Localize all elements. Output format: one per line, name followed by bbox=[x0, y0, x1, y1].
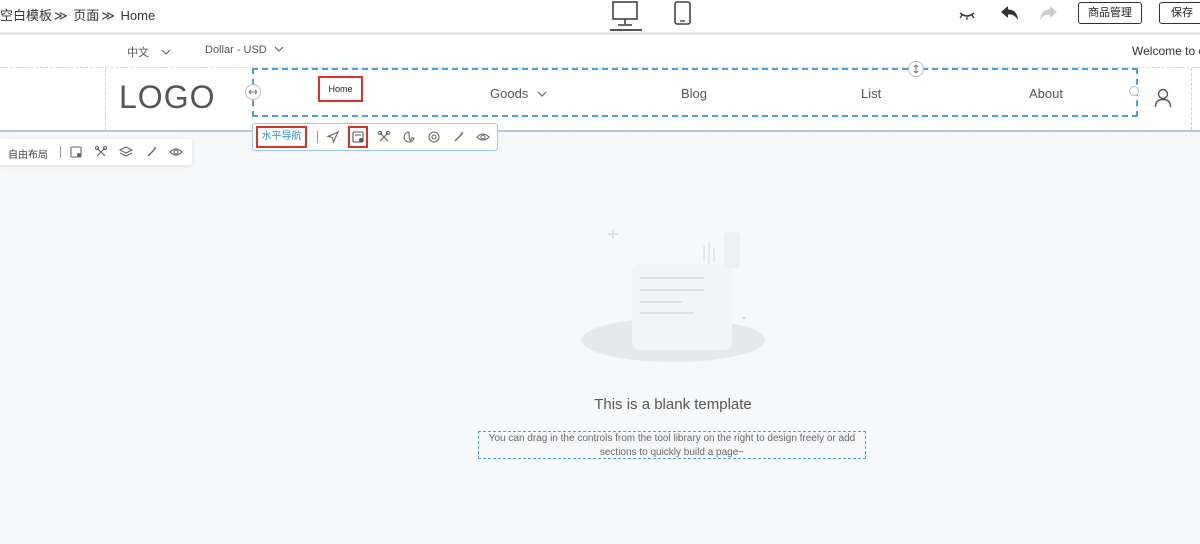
site-header: LOGO Goods Blog List About bbox=[0, 61, 1200, 132]
tools-icon[interactable] bbox=[94, 145, 108, 159]
save-button[interactable]: 保存 bbox=[1159, 2, 1200, 24]
toolbar-separator bbox=[317, 131, 318, 143]
active-device-indicator bbox=[610, 29, 642, 31]
language-select[interactable]: 中文 bbox=[127, 44, 172, 60]
redo-icon bbox=[1040, 6, 1057, 20]
nav-item-home[interactable]: Home bbox=[318, 76, 363, 102]
redo-button[interactable] bbox=[1038, 4, 1060, 24]
currency-select[interactable]: Dollar - USD bbox=[205, 44, 285, 56]
magic-wand-icon[interactable] bbox=[145, 145, 159, 159]
layers-icon[interactable] bbox=[119, 145, 133, 159]
desktop-view-button[interactable] bbox=[608, 0, 642, 32]
toolbar-separator bbox=[60, 146, 61, 158]
nav-item-label: Goods bbox=[490, 86, 529, 101]
nav-item-blog[interactable]: Blog bbox=[681, 86, 707, 101]
column-guide bbox=[105, 68, 106, 130]
horizontal-nav[interactable]: Goods Blog List About bbox=[252, 68, 1138, 117]
top-toolbar: 空白模板 ≫ 页面 ≫ Home 商品管理 保存 bbox=[0, 0, 1200, 32]
product-management-button[interactable]: 商品管理 bbox=[1078, 2, 1142, 24]
breadcrumb: 空白模板 ≫ 页面 ≫ Home bbox=[0, 5, 157, 24]
navigation-arrow-icon[interactable] bbox=[326, 130, 340, 144]
magic-wand-icon[interactable] bbox=[452, 130, 466, 144]
palette-icon[interactable] bbox=[402, 130, 416, 144]
empty-page-illustration bbox=[581, 229, 765, 362]
eye-closed-icon bbox=[959, 12, 975, 20]
undo-button[interactable] bbox=[998, 4, 1020, 24]
nav-item-goods[interactable]: Goods bbox=[490, 86, 548, 101]
breadcrumb-item-current: Home bbox=[120, 8, 156, 23]
breadcrumb-item-pages[interactable]: 页面 bbox=[73, 8, 99, 23]
preview-button[interactable] bbox=[956, 4, 978, 24]
free-layout-label[interactable]: 自由布局 bbox=[8, 146, 48, 161]
chevron-down-icon bbox=[274, 46, 284, 52]
style-edit-icon[interactable] bbox=[69, 145, 83, 159]
component-type-label[interactable]: 水平导航 bbox=[256, 126, 307, 148]
edit-style-button[interactable] bbox=[348, 126, 368, 148]
nav-item-list[interactable]: List bbox=[861, 86, 881, 101]
currency-value: Dollar - USD bbox=[205, 44, 267, 56]
breadcrumb-item-template[interactable]: 空白模板 bbox=[0, 8, 52, 23]
eye-icon[interactable] bbox=[169, 145, 183, 159]
mobile-icon bbox=[674, 1, 691, 25]
free-layout-toolbar: 自由布局 bbox=[0, 139, 192, 165]
empty-state-description-line: You can drag in the controls from the to… bbox=[488, 433, 856, 444]
user-icon[interactable] bbox=[1154, 88, 1172, 108]
mobile-view-button[interactable] bbox=[672, 0, 694, 28]
empty-state-title: This is a blank template bbox=[594, 396, 752, 413]
style-edit-icon bbox=[352, 131, 364, 143]
resize-handle-left[interactable] bbox=[245, 84, 261, 100]
breadcrumb-separator: ≫ bbox=[101, 8, 115, 23]
nav-item-about[interactable]: About bbox=[1029, 86, 1063, 101]
eye-icon[interactable] bbox=[476, 130, 490, 144]
undo-icon bbox=[1001, 6, 1018, 20]
vertical-resize-icon bbox=[913, 64, 919, 74]
desktop-icon bbox=[612, 1, 638, 26]
at-sign-icon[interactable] bbox=[427, 130, 441, 144]
horizontal-resize-icon bbox=[248, 89, 258, 95]
language-value: 中文 bbox=[127, 47, 149, 59]
breadcrumb-separator: ≫ bbox=[54, 8, 68, 23]
language-bar: 中文 Dollar - USD Welcome to o bbox=[0, 35, 1200, 68]
empty-state-description[interactable]: You can drag in the controls from the to… bbox=[478, 431, 866, 459]
column-guide bbox=[1191, 68, 1192, 130]
empty-state-description-line: sections to quickly build a page~ bbox=[599, 447, 745, 458]
resize-handle-top[interactable] bbox=[908, 61, 924, 77]
component-toolbar: 水平导航 bbox=[252, 123, 498, 151]
chevron-down-icon bbox=[537, 91, 547, 97]
site-logo[interactable]: LOGO bbox=[119, 79, 215, 116]
welcome-text: Welcome to o bbox=[1132, 44, 1200, 58]
tools-icon[interactable] bbox=[377, 130, 391, 144]
chevron-down-icon bbox=[161, 49, 171, 55]
resize-handle-right[interactable] bbox=[1129, 86, 1139, 96]
